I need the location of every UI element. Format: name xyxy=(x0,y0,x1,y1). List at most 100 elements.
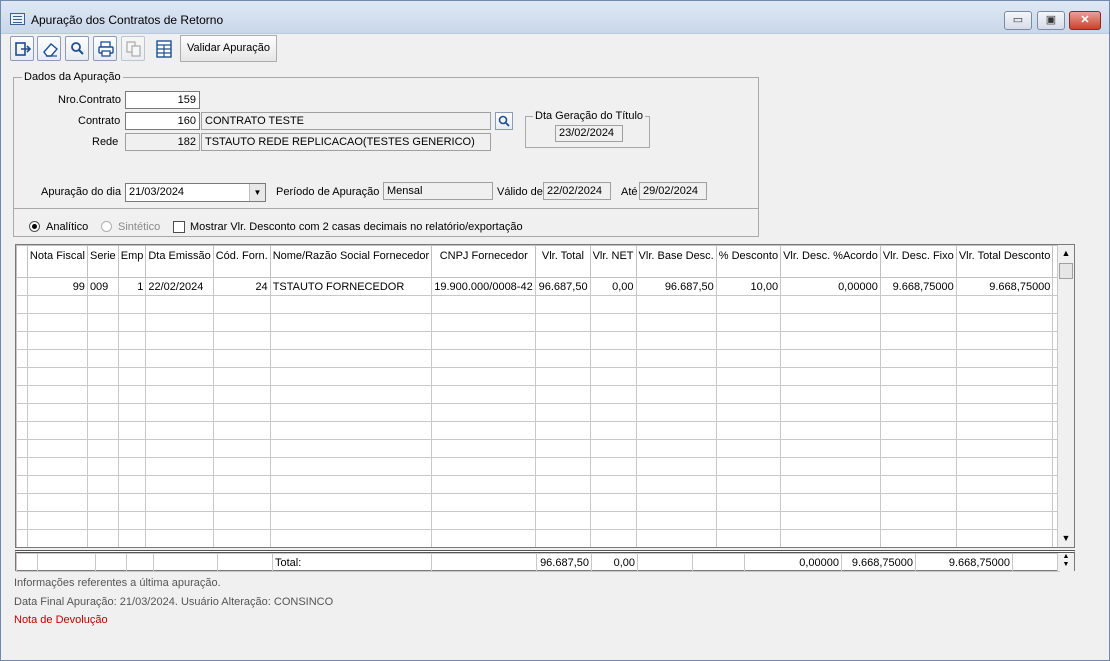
table-cell[interactable] xyxy=(145,457,214,476)
table-row[interactable] xyxy=(16,349,1074,368)
table-cell[interactable] xyxy=(431,421,537,440)
table-cell[interactable] xyxy=(589,493,637,512)
table-cell[interactable] xyxy=(212,475,271,494)
table-cell[interactable] xyxy=(212,493,271,512)
table-cell[interactable] xyxy=(589,511,637,530)
table-cell[interactable] xyxy=(431,493,537,512)
table-cell[interactable] xyxy=(269,421,433,440)
table-cell[interactable] xyxy=(145,403,214,422)
exit-button[interactable] xyxy=(10,36,34,61)
column-header[interactable]: Dta Emissão xyxy=(145,245,214,278)
table-cell[interactable] xyxy=(589,331,637,350)
column-header[interactable]: Vlr. Total Desconto xyxy=(955,245,1054,278)
table-cell[interactable] xyxy=(117,295,147,314)
table-cell[interactable] xyxy=(879,475,957,494)
table-cell[interactable] xyxy=(26,493,88,512)
table-cell[interactable] xyxy=(145,385,214,404)
table-cell[interactable] xyxy=(86,475,119,494)
table-cell[interactable] xyxy=(431,331,537,350)
validate-button[interactable]: Validar Apuração xyxy=(180,35,277,62)
row-indicator[interactable] xyxy=(16,367,28,386)
close-button[interactable]: ✕ xyxy=(1069,11,1101,30)
table-row[interactable] xyxy=(16,475,1074,494)
table-cell[interactable] xyxy=(535,385,591,404)
table-cell[interactable] xyxy=(117,475,147,494)
table-cell[interactable] xyxy=(635,439,717,458)
table-cell[interactable] xyxy=(117,511,147,530)
table-cell[interactable] xyxy=(535,313,591,332)
table-cell[interactable] xyxy=(431,349,537,368)
table-cell[interactable] xyxy=(535,349,591,368)
table-cell[interactable] xyxy=(212,367,271,386)
table-cell[interactable] xyxy=(26,331,88,350)
table-row[interactable] xyxy=(16,295,1074,314)
row-indicator[interactable] xyxy=(16,439,28,458)
table-cell[interactable] xyxy=(955,475,1054,494)
table-cell[interactable] xyxy=(86,439,119,458)
table-cell[interactable] xyxy=(26,475,88,494)
print-button[interactable] xyxy=(93,36,117,61)
table-cell[interactable] xyxy=(715,295,782,314)
table-row[interactable] xyxy=(16,493,1074,512)
table-cell[interactable] xyxy=(955,493,1054,512)
table-cell[interactable] xyxy=(879,403,957,422)
table-cell[interactable] xyxy=(635,313,717,332)
table-cell[interactable] xyxy=(117,349,147,368)
contrato-code-field[interactable]: 160 xyxy=(125,112,200,130)
table-cell[interactable] xyxy=(589,457,637,476)
row-indicator[interactable] xyxy=(16,511,28,530)
table-cell[interactable] xyxy=(145,367,214,386)
table-cell[interactable] xyxy=(212,385,271,404)
table-cell[interactable] xyxy=(117,367,147,386)
table-cell[interactable] xyxy=(879,439,957,458)
table-cell[interactable] xyxy=(589,421,637,440)
spin-up-icon[interactable]: ▲ xyxy=(1058,553,1074,561)
table-cell[interactable] xyxy=(535,457,591,476)
table-cell[interactable] xyxy=(145,493,214,512)
table-cell[interactable] xyxy=(269,367,433,386)
table-cell[interactable] xyxy=(117,403,147,422)
table-cell[interactable] xyxy=(780,457,881,476)
table-cell[interactable] xyxy=(86,457,119,476)
table-row[interactable] xyxy=(16,439,1074,458)
table-cell[interactable] xyxy=(535,475,591,494)
table-row[interactable] xyxy=(16,403,1074,422)
table-cell[interactable] xyxy=(431,475,537,494)
minimize-button[interactable]: ▭ xyxy=(1004,11,1032,30)
row-indicator[interactable] xyxy=(16,475,28,494)
column-header[interactable]: Vlr. Desc. %Acordo xyxy=(780,245,881,278)
table-cell[interactable] xyxy=(26,367,88,386)
table-cell[interactable] xyxy=(145,529,214,547)
table-row[interactable]: 99 009 1 22/02/2024 24 TSTAUTO FORNECEDOR 19.9… xyxy=(16,277,1074,296)
table-cell[interactable] xyxy=(955,295,1054,314)
table-cell[interactable] xyxy=(86,529,119,547)
table-cell[interactable] xyxy=(715,493,782,512)
table-cell[interactable] xyxy=(212,403,271,422)
table-cell[interactable] xyxy=(117,439,147,458)
table-cell[interactable] xyxy=(715,367,782,386)
table-cell[interactable] xyxy=(780,529,881,547)
table-cell[interactable] xyxy=(879,313,957,332)
table-cell[interactable] xyxy=(535,421,591,440)
table-cell[interactable] xyxy=(879,367,957,386)
table-row[interactable] xyxy=(16,313,1074,332)
table-cell[interactable] xyxy=(780,313,881,332)
table-cell[interactable] xyxy=(589,439,637,458)
table-cell[interactable] xyxy=(635,367,717,386)
table-cell[interactable] xyxy=(535,493,591,512)
table-cell[interactable] xyxy=(117,457,147,476)
table-cell[interactable] xyxy=(635,475,717,494)
table-cell[interactable] xyxy=(212,295,271,314)
table-cell[interactable] xyxy=(145,313,214,332)
table-cell[interactable] xyxy=(715,511,782,530)
copy-button[interactable] xyxy=(121,36,145,61)
table-cell[interactable] xyxy=(145,349,214,368)
column-header[interactable]: Vlr. Base Desc. xyxy=(635,245,717,278)
table-cell[interactable] xyxy=(955,313,1054,332)
table-cell[interactable]: 96.687,50 xyxy=(635,277,717,296)
table-cell[interactable] xyxy=(635,331,717,350)
table-cell[interactable] xyxy=(955,457,1054,476)
table-cell[interactable] xyxy=(780,331,881,350)
table-cell[interactable] xyxy=(212,457,271,476)
table-cell[interactable] xyxy=(86,511,119,530)
